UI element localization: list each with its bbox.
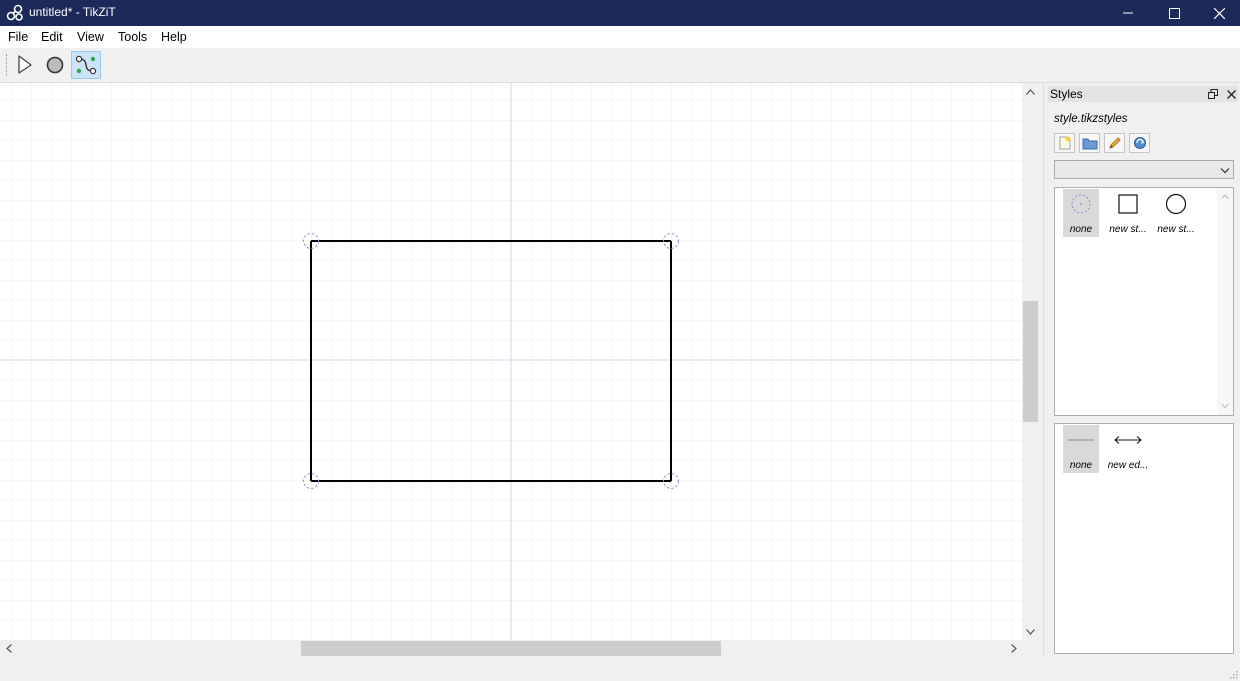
style-file-name: style.tikzstyles: [1054, 113, 1128, 125]
edge-style-label: new ed...: [1107, 460, 1149, 471]
styles-dock-panel: Styles style.tikzstyles none new st... n…: [1043, 83, 1240, 657]
scroll-down-icon[interactable]: [1217, 399, 1233, 413]
panel-close-icon[interactable]: [1224, 87, 1238, 101]
close-button[interactable]: [1196, 0, 1240, 26]
scroll-right-icon[interactable]: [1005, 640, 1022, 657]
scroll-left-icon[interactable]: [0, 640, 17, 657]
undock-icon[interactable]: [1206, 87, 1220, 101]
node-style-label: new st...: [1157, 224, 1195, 235]
chevron-down-icon: [1220, 164, 1230, 178]
edge-style-none[interactable]: none: [1063, 425, 1099, 473]
scroll-up-icon[interactable]: [1217, 190, 1233, 204]
menu-tools[interactable]: Tools: [118, 30, 147, 44]
node-tool-button[interactable]: [40, 51, 70, 79]
menu-view[interactable]: View: [77, 30, 104, 44]
edge-style-double-arrow[interactable]: new ed...: [1108, 425, 1148, 473]
menu-file[interactable]: File: [8, 30, 28, 44]
select-tool-button[interactable]: [10, 51, 40, 79]
title-bar: untitled* - TikZiT: [0, 0, 1240, 26]
node-styles-list[interactable]: none new st... new st...: [1054, 187, 1234, 416]
node-style-none[interactable]: none: [1063, 189, 1099, 237]
minimize-button[interactable]: [1105, 0, 1151, 26]
styles-panel-title: Styles: [1050, 87, 1083, 101]
menu-bar: File Edit View Tools Help: [0, 26, 1240, 48]
styles-panel-header: Styles: [1048, 86, 1238, 102]
node-style-label: new st...: [1109, 224, 1147, 235]
edge-style-label: none: [1069, 460, 1093, 471]
square-icon: [1110, 189, 1146, 219]
edit-pencil-icon: [1108, 137, 1121, 149]
vertical-scroll-thumb[interactable]: [1023, 301, 1038, 422]
double-arrow-icon: [1110, 425, 1146, 455]
edge-styles-list[interactable]: none new ed...: [1054, 423, 1234, 654]
dotted-circle-icon: [1063, 189, 1099, 219]
new-file-icon: [1059, 136, 1070, 150]
pointer-arrow-icon: [18, 55, 32, 74]
line-icon: [1063, 425, 1099, 455]
node-style-square[interactable]: new st...: [1109, 189, 1147, 237]
scroll-up-icon[interactable]: [1022, 83, 1039, 100]
circle-icon: [1158, 189, 1194, 219]
minimize-icon: [1123, 12, 1133, 14]
status-bar: [0, 657, 1240, 681]
resize-grip-icon[interactable]: [1228, 669, 1238, 679]
reload-styles-button[interactable]: [1129, 133, 1150, 153]
maximize-button[interactable]: [1151, 0, 1197, 26]
menu-help[interactable]: Help: [161, 30, 187, 44]
horizontal-scroll-thumb[interactable]: [301, 641, 721, 656]
maximize-icon: [1168, 7, 1180, 19]
new-style-file-button[interactable]: [1054, 133, 1075, 153]
canvas-vertical-scrollbar[interactable]: [1022, 83, 1039, 640]
node-list-scrollbar[interactable]: [1217, 188, 1233, 415]
edge-curve-icon: [75, 55, 97, 75]
toolbar-grip[interactable]: [6, 54, 8, 76]
canvas-horizontal-scrollbar[interactable]: [0, 640, 1022, 657]
edit-styles-button[interactable]: [1104, 133, 1125, 153]
tikzit-app-icon: [6, 4, 24, 22]
scroll-down-icon[interactable]: [1022, 623, 1039, 640]
tikz-canvas[interactable]: [0, 83, 1022, 640]
style-category-select[interactable]: [1054, 160, 1234, 179]
node-style-circle[interactable]: new st...: [1157, 189, 1195, 237]
toolbar: [0, 48, 1240, 83]
close-icon: [1213, 7, 1225, 19]
refresh-icon: [1133, 137, 1146, 149]
menu-edit[interactable]: Edit: [41, 30, 63, 44]
open-style-file-button[interactable]: [1079, 133, 1100, 153]
circle-node-icon: [46, 56, 64, 74]
node-style-label: none: [1069, 224, 1093, 235]
graph-view[interactable]: [0, 83, 1022, 640]
open-folder-icon: [1082, 138, 1097, 150]
edge-tool-button[interactable]: [71, 51, 101, 79]
window-title: untitled* - TikZiT: [29, 5, 116, 19]
